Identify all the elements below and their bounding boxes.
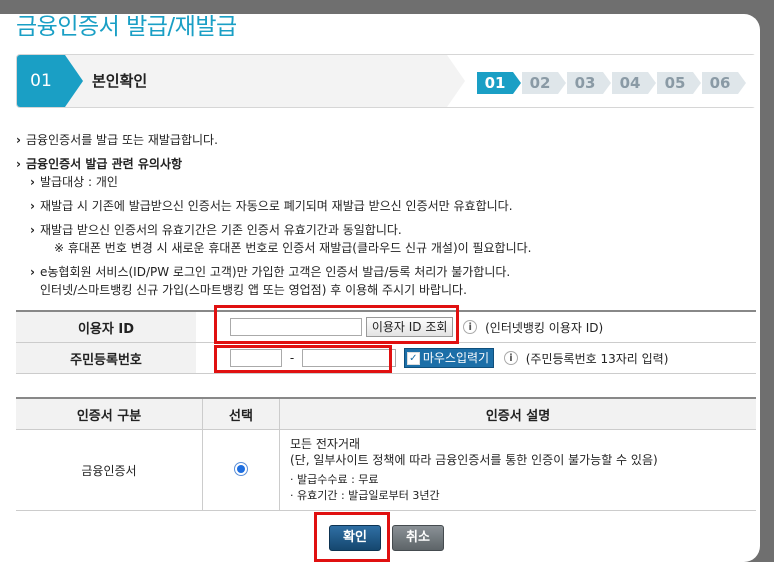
step-pill-6: 06 [702,72,746,94]
notice-item: 재발급 시 기존에 발급받으신 인증서는 자동으로 폐기되며 재발급 받으신 인… [30,197,756,215]
cert-type-cell: 금융인증서 [16,429,203,511]
cert-description: 모든 전자거래 (단, 일부사이트 정책에 따라 금융인증서를 통한 인증이 불… [279,429,756,511]
col-header-desc: 인증서 설명 [279,398,756,430]
checkbox-check-icon[interactable]: ✓ [406,352,420,365]
rrn-hint: (주민등록번호 13자리 입력) [525,351,669,366]
notice-heading: 금융인증서 발급 관련 유의사항 [16,155,756,173]
table-row: 금융인증서 모든 전자거래 (단, 일부사이트 정책에 따라 금융인증서를 통한… [16,429,756,511]
notice-item: 발급대상 : 개인 [30,173,756,191]
notice-item-continuation: 인터넷/스마트뱅킹 신규 가입(스마트뱅킹 앱 또는 영업점) 후 이용해 주시… [40,283,467,297]
current-step-number: 01 [17,55,65,107]
step-pill-3: 03 [567,72,611,94]
rrn-label: 주민등록번호 [16,342,196,374]
user-id-hint: (인터넷뱅킹 이용자 ID) [485,320,604,335]
col-header-type: 인증서 구분 [16,398,203,430]
step-pill-1: 01 [477,72,521,94]
desc-note: (단, 일부사이트 정책에 따라 금융인증서를 통한 인증이 불가능할 수 있음… [290,453,658,467]
mouse-input-toggle[interactable]: ✓ 마우스입력기 [403,348,495,368]
desc-title: 모든 전자거래 [290,437,361,451]
step-track-arrow [447,55,465,107]
current-step-label: 본인확인 [92,72,148,90]
cert-select-radio[interactable] [234,461,248,476]
highlight-user-id [214,305,459,344]
notice-item: 재발급 받으신 인증서의 유효기간은 기존 인증서 유효기간과 동일합니다. [30,221,756,239]
notice-item: e농협회원 서비스(ID/PW 로그인 고객)만 가입한 고객은 인증서 발급/… [30,263,756,281]
desc-fee: · 발급수수료 : 무료 [290,473,379,486]
page-title: 금융인증서 발급/재발급 [16,14,237,40]
certificate-table: 인증서 구분 선택 인증서 설명 금융인증서 모든 전자거래 (단, 일부사이트… [16,397,756,511]
user-id-label: 이용자 ID [16,311,196,343]
highlight-confirm [314,512,390,562]
desc-validity: · 유효기간 : 발급일로부터 3년간 [290,489,440,502]
step-pill-5: 05 [657,72,701,94]
cancel-button[interactable]: 취소 [392,525,444,551]
info-icon: i [503,351,518,365]
notice-section: 금융인증서를 발급 또는 재발급합니다. 금융인증서 발급 관련 유의사항 발급… [16,131,756,299]
step-indicator: 01 본인확인 01 02 03 04 05 06 [16,54,756,108]
info-icon: i [463,320,478,334]
mouse-input-label: 마우스입력기 [422,351,490,365]
current-step-arrow [65,55,83,107]
step-pill-2: 02 [522,72,566,94]
col-header-select: 선택 [202,398,280,430]
highlight-rrn [214,345,392,373]
notice-item-note: ※ 휴대폰 번호 변경 시 새로운 휴대폰 번호로 인증서 재발급(클라우드 신… [54,241,532,255]
step-pill-4: 04 [612,72,656,94]
notice-intro: 금융인증서를 발급 또는 재발급합니다. [16,131,756,149]
page-scrollbar[interactable] [760,0,774,562]
